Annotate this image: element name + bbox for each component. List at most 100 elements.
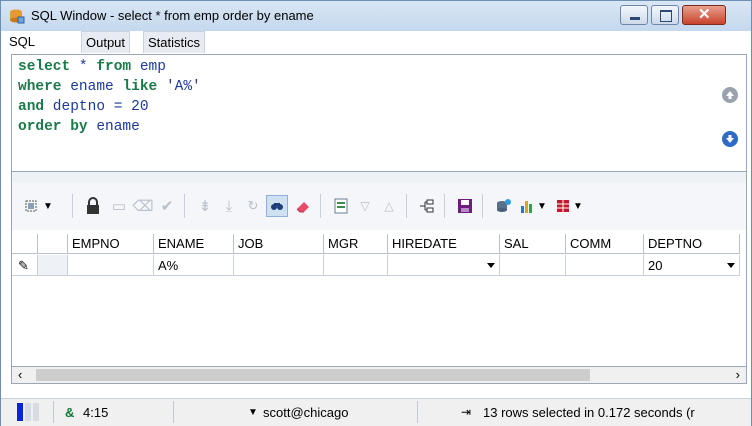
post-changes-icon[interactable]: ✔: [156, 195, 178, 217]
sql-window: SQL Window - select * from emp order by …: [0, 0, 752, 426]
scroll-up-icon[interactable]: [722, 87, 738, 103]
cell-deptno[interactable]: 20: [644, 255, 740, 276]
column-header-empno[interactable]: EMPNO: [68, 234, 154, 254]
status-message: 13 rows selected in 0.172 seconds (r: [483, 405, 695, 420]
cell-ename[interactable]: A%: [154, 255, 234, 276]
export-data-icon[interactable]: [492, 195, 514, 217]
toolbar-separator: [184, 194, 185, 218]
toolbar-separator: [72, 194, 73, 218]
cell-comm[interactable]: [566, 255, 644, 276]
last-page-icon[interactable]: ⤓: [218, 195, 240, 217]
column-header-job[interactable]: JOB: [234, 234, 324, 254]
toolbar-separator: [406, 194, 407, 218]
column-header-comm[interactable]: COMM: [566, 234, 644, 254]
maximize-icon: [660, 10, 672, 22]
cursor-position-icon: &: [65, 405, 75, 420]
connection-name[interactable]: scott@chicago: [263, 405, 348, 420]
code-line-4: order by ename: [18, 119, 140, 135]
keyword: order by: [18, 119, 88, 135]
chart-icon[interactable]: [516, 195, 538, 217]
code-line-1: select * from emp: [18, 59, 166, 75]
number-literal: 20: [131, 99, 149, 115]
result-grid[interactable]: EMPNO ENAME JOB MGR HIREDATE SAL COMM DE…: [11, 230, 747, 366]
hiredate-dropdown-icon[interactable]: [487, 263, 495, 268]
toolbar-separator: [320, 194, 321, 218]
column-header-label: JOB: [238, 236, 264, 251]
column-header-label: MGR: [328, 236, 359, 251]
keyword: where: [18, 79, 62, 95]
chevron-down-icon[interactable]: ▼: [536, 195, 548, 217]
column-header-label: ENAME: [158, 236, 205, 251]
scroll-left-icon[interactable]: ‹: [18, 367, 22, 382]
query-by-example-icon[interactable]: [266, 195, 288, 217]
column-header-sal[interactable]: SAL: [500, 234, 566, 254]
save-icon[interactable]: [454, 195, 476, 217]
filter-up-icon[interactable]: △: [378, 195, 400, 217]
column-header-label: HIREDATE: [392, 236, 457, 251]
column-header-mgr[interactable]: MGR: [324, 234, 388, 254]
maximize-button[interactable]: [651, 5, 679, 25]
status-separator: [53, 401, 54, 423]
column-header-label: COMM: [570, 236, 612, 251]
single-record-view-icon[interactable]: [330, 195, 352, 217]
column-header-hiredate[interactable]: HIREDATE: [388, 234, 500, 254]
string-literal: 'A%': [157, 79, 201, 95]
sql-editor[interactable]: select * from emp where ename like 'A%' …: [11, 54, 747, 172]
identifier: emp: [131, 59, 166, 75]
cell-job[interactable]: [234, 255, 324, 276]
identifier: deptno =: [44, 99, 132, 115]
link-records-icon[interactable]: [416, 195, 438, 217]
minimize-button[interactable]: [620, 5, 648, 25]
column-header-label: EMPNO: [72, 236, 120, 251]
cell-empno[interactable]: [68, 255, 154, 276]
keyword: and: [18, 99, 45, 115]
grid-toolbar: ▼ ▭ ⌫ ✔ ⇟ ⤓ ↻ ▽ △ ▼ ▼: [11, 182, 747, 230]
row-number-header: [38, 234, 68, 254]
sql-code[interactable]: select * from emp where ename like 'A%' …: [18, 57, 201, 137]
window-title: SQL Window - select * from emp order by …: [31, 8, 314, 23]
scroll-right-icon[interactable]: ›: [736, 367, 740, 382]
cell-hiredate[interactable]: [388, 255, 500, 276]
keyword: from: [96, 59, 132, 75]
column-header-label: SAL: [504, 236, 529, 251]
progress-indicator-empty: [25, 403, 31, 421]
insert-record-icon[interactable]: ▭: [108, 195, 130, 217]
connection-dropdown-icon[interactable]: ▼: [248, 407, 258, 418]
chevron-down-icon[interactable]: ▼: [572, 195, 584, 217]
progress-indicator-empty: [33, 403, 39, 421]
next-page-icon[interactable]: ⇟: [194, 195, 216, 217]
splitter[interactable]: [11, 172, 747, 182]
minimize-icon: [630, 17, 640, 20]
tab-sql[interactable]: SQL: [5, 31, 40, 53]
select-icon[interactable]: [20, 195, 42, 217]
grid-layout-icon[interactable]: [552, 195, 574, 217]
row-number-cell: [38, 255, 68, 276]
close-button[interactable]: ✕: [682, 5, 726, 25]
column-header-ename[interactable]: ENAME: [154, 234, 234, 254]
cell-deptno-value: 20: [648, 258, 663, 273]
filter-down-icon[interactable]: ▽: [354, 195, 376, 217]
scrollbar-thumb[interactable]: [36, 369, 590, 381]
clear-record-icon[interactable]: [292, 195, 314, 217]
toolbar-separator: [482, 194, 483, 218]
chevron-down-icon[interactable]: ▼: [42, 195, 54, 217]
column-header-deptno[interactable]: DEPTNO: [644, 234, 740, 254]
row-edit-indicator: ✎: [12, 255, 38, 276]
status-separator: [173, 401, 174, 423]
operator: *: [70, 59, 97, 75]
code-line-2: where ename like 'A%': [18, 79, 201, 95]
row-indicator-header: [12, 234, 38, 254]
progress-indicator: [17, 403, 23, 421]
deptno-dropdown-icon[interactable]: [727, 263, 735, 268]
lock-icon[interactable]: [82, 195, 104, 217]
title-bar[interactable]: SQL Window - select * from emp order by …: [1, 1, 751, 32]
column-header-label: DEPTNO: [648, 236, 703, 251]
delete-record-icon[interactable]: ⌫: [132, 195, 154, 217]
tab-statistics[interactable]: Statistics: [143, 31, 206, 53]
cell-sal[interactable]: [500, 255, 566, 276]
tab-output[interactable]: Output: [81, 31, 131, 53]
cell-mgr[interactable]: [324, 255, 388, 276]
refresh-icon[interactable]: ↻: [242, 195, 264, 217]
horizontal-scrollbar[interactable]: ‹ ›: [11, 366, 747, 384]
scroll-down-icon[interactable]: [722, 131, 738, 147]
